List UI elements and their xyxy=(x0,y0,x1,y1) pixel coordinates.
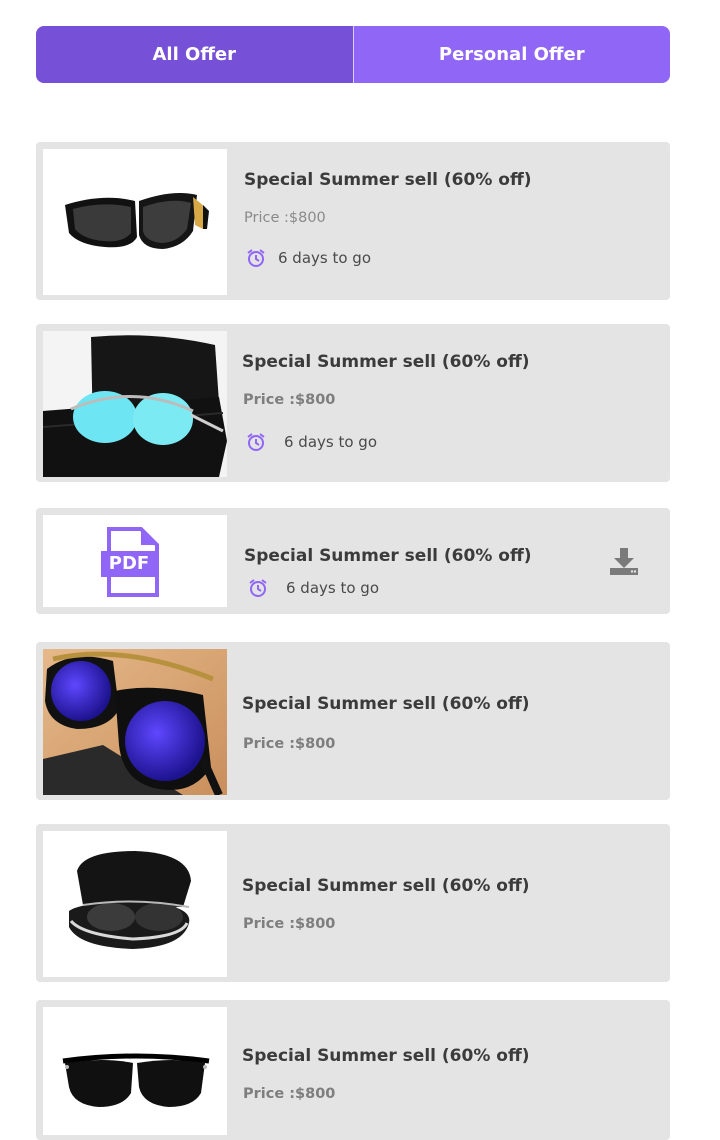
countdown: 6 days to go xyxy=(246,432,377,452)
offer-price: Price :$800 xyxy=(243,1086,336,1102)
offer-title: Special Summer sell (60% off) xyxy=(242,694,530,714)
offer-card[interactable]: Special Summer sell (60% off) Price :$80… xyxy=(36,142,670,300)
offer-card[interactable]: PDF Special Summer sell (60% off) 6 days… xyxy=(36,508,670,614)
offer-price: Price :$800 xyxy=(243,736,336,752)
countdown: 6 days to go xyxy=(246,248,371,268)
download-icon[interactable] xyxy=(608,546,640,576)
offer-card[interactable]: Special Summer sell (60% off) Price :$80… xyxy=(36,642,670,800)
alarm-clock-icon xyxy=(249,579,267,597)
offer-tabs: All Offer Personal Offer xyxy=(36,26,670,83)
offer-title: Special Summer sell (60% off) xyxy=(242,1046,530,1066)
alarm-clock-icon xyxy=(247,249,265,267)
offer-card[interactable]: Special Summer sell (60% off) Price :$80… xyxy=(36,324,670,482)
pdf-thumbnail: PDF xyxy=(43,515,227,607)
product-image xyxy=(43,831,227,977)
offer-title: Special Summer sell (60% off) xyxy=(244,170,532,190)
offer-price: Price :$800 xyxy=(243,916,336,932)
countdown: 6 days to go xyxy=(248,578,379,598)
tab-personal-offer[interactable]: Personal Offer xyxy=(353,26,670,83)
product-image xyxy=(43,1007,227,1135)
offer-title: Special Summer sell (60% off) xyxy=(244,546,532,566)
offer-card[interactable]: Special Summer sell (60% off) Price :$80… xyxy=(36,1000,670,1140)
pdf-label: PDF xyxy=(108,553,150,574)
offer-price: Price :$800 xyxy=(243,392,336,408)
countdown-text: 6 days to go xyxy=(286,579,380,597)
product-image xyxy=(43,331,227,477)
product-image xyxy=(43,149,227,295)
offer-title: Special Summer sell (60% off) xyxy=(242,876,530,896)
product-image xyxy=(43,649,227,795)
offer-price: Price :$800 xyxy=(244,210,326,226)
offer-title: Special Summer sell (60% off) xyxy=(242,352,530,372)
tab-all-offer[interactable]: All Offer xyxy=(36,26,354,83)
alarm-clock-icon xyxy=(247,433,265,451)
offer-card[interactable]: Special Summer sell (60% off) Price :$80… xyxy=(36,824,670,982)
countdown-text: 6 days to go xyxy=(278,249,372,267)
countdown-text: 6 days to go xyxy=(284,433,378,451)
